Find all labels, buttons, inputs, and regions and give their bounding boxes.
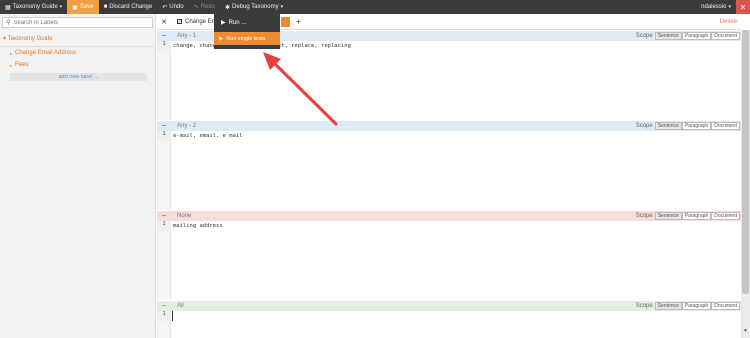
annotation-arrow [263,52,338,126]
